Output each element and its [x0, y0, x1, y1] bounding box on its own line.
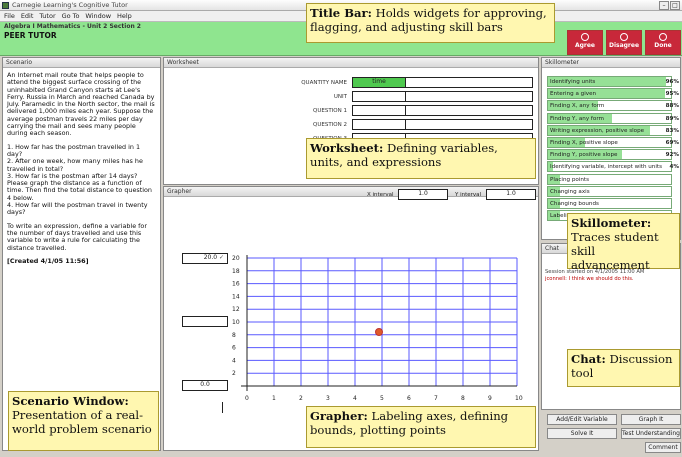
maximize-icon[interactable]: □: [670, 1, 680, 10]
skill-label: Identifying units: [550, 79, 596, 85]
grapher-header: Grapher: [164, 187, 538, 197]
comment-button[interactable]: Comment: [645, 442, 681, 453]
grapher-annotation: Grapher: Labeling axes, defining bounds,…: [306, 406, 536, 448]
scenario-paragraph: 4. How far will the postman travel in tw…: [7, 201, 148, 217]
scenario-text: An Internet mail route that helps people…: [7, 71, 157, 271]
check-icon: ✓: [217, 254, 224, 261]
skill-label: Finding X, any form: [550, 103, 605, 110]
title-bar-annotation: Title Bar: Holds widgets for approving, …: [306, 3, 555, 43]
worksheet-row-label: QUANTITY NAME: [301, 80, 347, 86]
x-interval-label: X interval: [367, 192, 394, 198]
worksheet-header: Worksheet: [164, 58, 538, 68]
worksheet-row-label: UNIT: [333, 94, 347, 100]
arrow-icon: [659, 33, 667, 41]
skill-label: Finding Y, any form: [550, 115, 604, 122]
skill-row: Placing points: [547, 173, 672, 185]
skill-percent: 88%: [665, 103, 679, 110]
worksheet-cell[interactable]: [405, 105, 533, 116]
skillometer-header: Skillometer: [542, 58, 680, 68]
skill-row: Writing expression, positive slope 83%: [547, 124, 679, 136]
skill-label: Entering a given: [550, 91, 597, 98]
menu-help[interactable]: Help: [117, 12, 132, 20]
scenario-paragraph: 3. How far is the postman after 14 days?…: [7, 171, 152, 202]
skill-row: Changing axis: [547, 185, 672, 197]
upper-bound-field[interactable]: 20.0 ✓: [182, 253, 228, 264]
skill-label: Finding Y, positive slope: [550, 152, 618, 159]
menu-file[interactable]: File: [4, 12, 15, 20]
x-interval-field[interactable]: 1.0: [398, 189, 448, 200]
skill-percent: 4%: [669, 164, 680, 171]
lower-bound-field[interactable]: 0.0: [182, 380, 228, 391]
created-timestamp: [Created 4/1/05 11:56]: [7, 256, 89, 265]
skill-percent: 92%: [665, 152, 679, 159]
scenario-paragraph: 1. How far has the postman travelled in …: [7, 142, 141, 158]
app-icon: [2, 2, 9, 9]
skill-percent: 89%: [665, 115, 679, 122]
worksheet-annotation: Worksheet: Defining variables, units, an…: [306, 138, 536, 179]
graph-it-button[interactable]: Graph It: [621, 414, 681, 425]
skill-label: Finding X, positive slope: [550, 140, 618, 146]
chat-annotation: Chat: Discussion tool: [567, 349, 680, 387]
menu-edit[interactable]: Edit: [21, 12, 34, 20]
skill-label: Identifying variable, intercept with uni…: [550, 164, 663, 171]
skill-row: Identifying variable, intercept with uni…: [547, 161, 679, 173]
skill-percent: 96%: [665, 79, 679, 85]
y-axis-label-field[interactable]: [182, 316, 228, 327]
agree-label: Agree: [574, 42, 596, 49]
skill-percent: 83%: [665, 127, 679, 134]
chat-line: jconnell: I think we should do this.: [545, 276, 634, 282]
skill-row: Finding Y, positive slope 92%: [547, 149, 679, 161]
worksheet-cell[interactable]: time: [352, 77, 406, 88]
mode-label: PEER TUTOR: [4, 31, 57, 40]
disagree-label: Disagree: [608, 42, 640, 49]
skill-percent: 69%: [665, 140, 679, 146]
skill-row: Finding Y, any form 89%: [547, 112, 679, 124]
window-title: Carnegie Learning's Cognitive Tutor: [12, 1, 128, 9]
worksheet-row-label: QUESTION 1: [313, 108, 347, 114]
done-button[interactable]: Done: [645, 30, 681, 55]
cognitive-tutor-window: Carnegie Learning's Cognitive Tutor – □ F…: [0, 0, 682, 457]
menu-window[interactable]: Window: [85, 12, 111, 20]
done-label: Done: [654, 42, 672, 49]
minimize-icon[interactable]: –: [659, 1, 669, 10]
agree-button[interactable]: Agree: [567, 30, 603, 55]
skill-label: Changing axis: [550, 188, 590, 195]
worksheet-cell[interactable]: [405, 77, 533, 88]
scenario-paragraph: 2. After one week, how many miles has he…: [7, 157, 143, 173]
skill-row: Finding X, positive slope 69%: [547, 137, 679, 148]
y-interval-label: Y interval: [455, 192, 482, 198]
worksheet-cell[interactable]: [352, 119, 406, 130]
worksheet-cell[interactable]: [405, 119, 533, 130]
skill-row: Identifying units 96%: [547, 76, 679, 87]
worksheet-cell[interactable]: [352, 105, 406, 116]
worksheet-cell[interactable]: [352, 91, 406, 102]
skill-label: Writing expression, positive slope: [550, 127, 645, 134]
scenario-annotation: Scenario Window: Presentation of a real-…: [8, 391, 159, 451]
solve-it-button[interactable]: Solve It: [547, 428, 617, 439]
scenario-paragraph: To write an expression, define a variabl…: [7, 221, 147, 252]
check-icon: [581, 33, 589, 41]
worksheet-row-label: QUESTION 2: [313, 122, 347, 128]
y-interval-field[interactable]: 1.0: [486, 189, 536, 200]
menu-goto[interactable]: Go To: [62, 12, 80, 20]
skill-row: Changing bounds: [547, 198, 672, 209]
worksheet-cell[interactable]: [405, 91, 533, 102]
unit-label: Algebra I Mathematics - Unit 2 Section 2: [4, 23, 141, 30]
skill-row: Finding X, any form 88%: [547, 100, 679, 112]
scenario-header: Scenario: [3, 58, 160, 68]
upper-bound-value: 20.0: [203, 254, 218, 261]
menu-tutor[interactable]: Tutor: [39, 12, 55, 20]
test-understanding-button[interactable]: Test Understanding: [621, 428, 681, 439]
skill-label: Changing bounds: [550, 201, 599, 207]
add-edit-variable-button[interactable]: Add/Edit Variable: [547, 414, 617, 425]
scenario-paragraph: An Internet mail route that helps people…: [7, 71, 155, 138]
skill-percent: 95%: [665, 91, 679, 98]
disagree-button[interactable]: Disagree: [606, 30, 642, 55]
skill-row: Entering a given 95%: [547, 88, 679, 100]
skill-label: Placing points: [550, 176, 590, 183]
skillometer-annotation: Skillometer: Traces student skill advanc…: [567, 213, 680, 272]
x-icon: [620, 33, 628, 41]
x-axis-label-field[interactable]: [222, 402, 223, 413]
